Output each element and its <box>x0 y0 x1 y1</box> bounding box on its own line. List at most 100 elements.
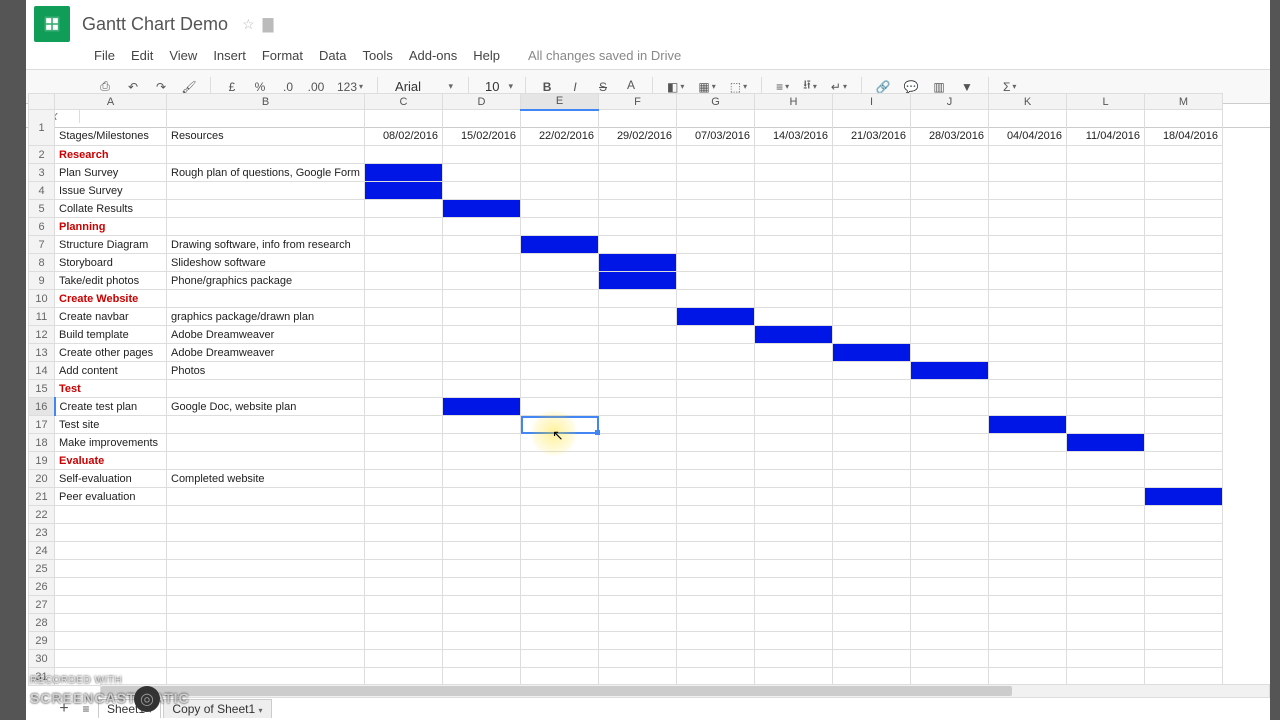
cell[interactable] <box>443 542 521 560</box>
cell[interactable] <box>443 146 521 164</box>
cell[interactable] <box>599 362 677 380</box>
cell[interactable] <box>989 416 1067 434</box>
cell[interactable] <box>521 362 599 380</box>
cell[interactable] <box>989 434 1067 452</box>
cell[interactable] <box>1067 470 1145 488</box>
star-icon[interactable]: ☆ <box>242 16 255 33</box>
cell[interactable] <box>443 470 521 488</box>
cell[interactable] <box>755 236 833 254</box>
cell[interactable] <box>677 488 755 506</box>
cell[interactable] <box>755 146 833 164</box>
cell[interactable] <box>167 200 365 218</box>
cell[interactable] <box>167 488 365 506</box>
cell[interactable] <box>677 470 755 488</box>
cell[interactable] <box>365 506 443 524</box>
cell[interactable]: Stages/Milestones <box>55 110 167 146</box>
cell[interactable] <box>1067 164 1145 182</box>
row-header[interactable]: 28 <box>29 614 55 632</box>
cell[interactable]: 22/02/2016 <box>521 110 599 146</box>
cell[interactable] <box>1145 596 1223 614</box>
cell[interactable] <box>443 254 521 272</box>
cell[interactable] <box>911 614 989 632</box>
cell[interactable] <box>55 560 167 578</box>
cell[interactable] <box>443 182 521 200</box>
column-header[interactable]: C <box>365 94 443 110</box>
cell[interactable] <box>677 308 755 326</box>
cell[interactable] <box>521 308 599 326</box>
cell[interactable] <box>677 416 755 434</box>
cell[interactable] <box>1067 524 1145 542</box>
row-header[interactable]: 25 <box>29 560 55 578</box>
cell[interactable] <box>599 560 677 578</box>
cell[interactable]: Take/edit photos <box>55 272 167 290</box>
cell[interactable]: 15/02/2016 <box>443 110 521 146</box>
cell[interactable] <box>1145 146 1223 164</box>
cell[interactable] <box>443 326 521 344</box>
cell[interactable] <box>443 362 521 380</box>
cell[interactable] <box>755 200 833 218</box>
cell[interactable] <box>55 578 167 596</box>
cell[interactable] <box>55 650 167 668</box>
row-header[interactable]: 8 <box>29 254 55 272</box>
row-header[interactable]: 17 <box>29 416 55 434</box>
cell[interactable] <box>443 650 521 668</box>
cell[interactable] <box>833 452 911 470</box>
cell[interactable] <box>911 290 989 308</box>
cell[interactable] <box>833 362 911 380</box>
cell[interactable] <box>911 308 989 326</box>
cell[interactable] <box>167 668 365 686</box>
cell[interactable] <box>755 560 833 578</box>
column-header[interactable]: A <box>55 94 167 110</box>
cell[interactable] <box>989 146 1067 164</box>
cell[interactable] <box>365 614 443 632</box>
cell[interactable] <box>833 560 911 578</box>
cell[interactable]: 11/04/2016 <box>1067 110 1145 146</box>
cell[interactable] <box>833 416 911 434</box>
cell[interactable] <box>1067 578 1145 596</box>
cell[interactable] <box>1145 614 1223 632</box>
cell[interactable]: Rough plan of questions, Google Form <box>167 164 365 182</box>
cell[interactable] <box>833 542 911 560</box>
cell[interactable] <box>911 488 989 506</box>
cell[interactable] <box>1067 452 1145 470</box>
row-header[interactable]: 7 <box>29 236 55 254</box>
cell[interactable] <box>521 560 599 578</box>
cell[interactable] <box>911 344 989 362</box>
cell[interactable] <box>677 506 755 524</box>
cell[interactable] <box>911 542 989 560</box>
cell[interactable] <box>677 164 755 182</box>
cell[interactable] <box>911 560 989 578</box>
cell[interactable] <box>833 488 911 506</box>
cell[interactable] <box>521 596 599 614</box>
cell[interactable] <box>521 236 599 254</box>
cell[interactable] <box>599 290 677 308</box>
cell[interactable] <box>443 218 521 236</box>
cell[interactable] <box>167 632 365 650</box>
cell[interactable] <box>833 668 911 686</box>
cell[interactable] <box>167 506 365 524</box>
cell[interactable] <box>989 560 1067 578</box>
cell[interactable] <box>677 236 755 254</box>
cell[interactable] <box>755 182 833 200</box>
cell[interactable]: 28/03/2016 <box>911 110 989 146</box>
cell[interactable] <box>365 416 443 434</box>
cell[interactable] <box>755 614 833 632</box>
row-header[interactable]: 18 <box>29 434 55 452</box>
cell[interactable] <box>989 380 1067 398</box>
cell[interactable] <box>755 578 833 596</box>
cell[interactable]: Drawing software, info from research <box>167 236 365 254</box>
cell[interactable] <box>521 416 599 434</box>
cell[interactable] <box>167 182 365 200</box>
cell[interactable] <box>443 560 521 578</box>
cell[interactable] <box>677 596 755 614</box>
row-header[interactable]: 11 <box>29 308 55 326</box>
cell[interactable] <box>755 326 833 344</box>
cell[interactable] <box>677 344 755 362</box>
cell[interactable] <box>755 290 833 308</box>
cell[interactable]: Planning <box>55 218 167 236</box>
cell[interactable] <box>755 470 833 488</box>
cell[interactable] <box>1067 326 1145 344</box>
cell[interactable] <box>1145 578 1223 596</box>
cell[interactable] <box>1145 434 1223 452</box>
cell[interactable] <box>1067 146 1145 164</box>
